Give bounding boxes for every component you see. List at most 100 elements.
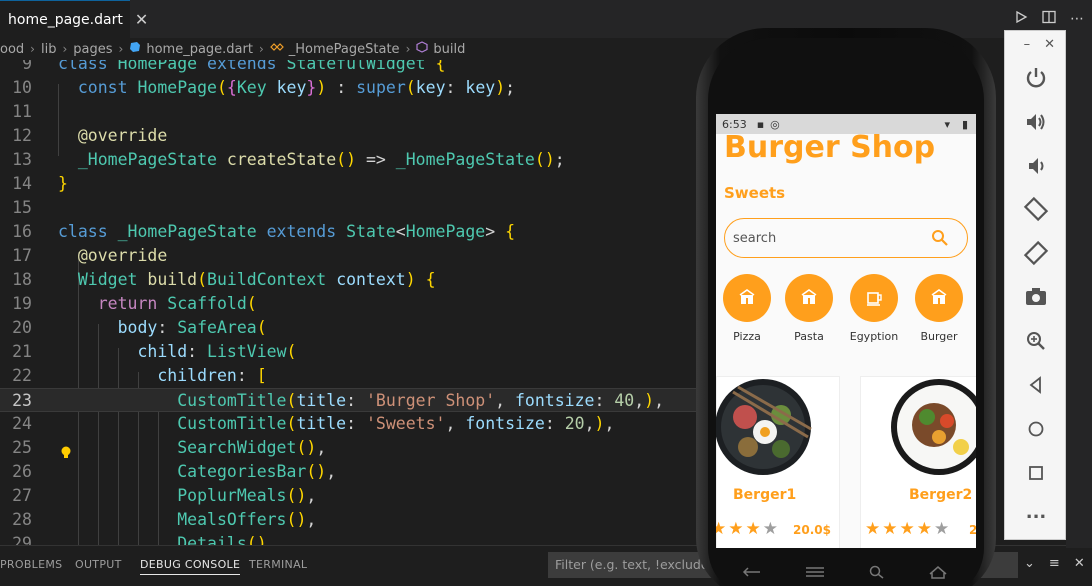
more-actions-icon[interactable]: ⋯ bbox=[1070, 11, 1084, 27]
meal-image bbox=[716, 379, 812, 475]
star-filled-icon: ★ bbox=[745, 519, 761, 539]
code-line[interactable]: 29 Details() bbox=[0, 532, 700, 545]
code-text: SearchWidget(), bbox=[177, 438, 327, 457]
code-text: _HomePageState createState() => _HomePag… bbox=[77, 150, 565, 169]
category-pizza[interactable]: Pizza bbox=[717, 274, 777, 343]
tab-debug-console[interactable]: DEBUG CONSOLE bbox=[140, 558, 241, 575]
code-line[interactable]: 18 Widget build(BuildContext context) { bbox=[0, 268, 700, 292]
code-line[interactable]: 14} bbox=[0, 172, 700, 196]
category-label: Pizza bbox=[733, 330, 761, 343]
restaurant-icon bbox=[785, 274, 833, 322]
star-filled-icon: ★ bbox=[916, 519, 932, 539]
code-line[interactable]: 19 return Scaffold( bbox=[0, 292, 700, 316]
code-line[interactable]: 15 bbox=[0, 196, 700, 220]
tab-output[interactable]: OUTPUT bbox=[75, 558, 122, 571]
breadcrumb-item[interactable]: _HomePageState bbox=[289, 42, 400, 57]
code-line[interactable]: 21 child: ListView( bbox=[0, 340, 700, 364]
star-filled-icon: ★ bbox=[882, 519, 898, 539]
meal-name: Berger2 bbox=[909, 487, 973, 503]
chevron-right-icon: › bbox=[118, 42, 124, 56]
code-text: MealsOffers(), bbox=[177, 510, 317, 529]
chevron-right-icon: › bbox=[30, 42, 35, 56]
vscode-window: home_page.dart ✕ ⋯ ood › lib › pages › h… bbox=[0, 0, 1092, 586]
code-line[interactable]: 17 @override bbox=[0, 244, 700, 268]
close-icon[interactable]: ✕ bbox=[1044, 37, 1055, 52]
rotate-left-icon[interactable] bbox=[1021, 194, 1051, 224]
star-empty-icon: ★ bbox=[934, 519, 950, 539]
split-editor-icon[interactable] bbox=[1042, 10, 1056, 28]
code-line[interactable]: 26 CategoriesBar(), bbox=[0, 460, 700, 484]
code-text: children: [ bbox=[157, 366, 267, 385]
tab-home-page-dart[interactable]: home_page.dart ✕ bbox=[0, 0, 148, 38]
overview-icon[interactable] bbox=[1021, 458, 1051, 488]
volume-up-icon[interactable] bbox=[1021, 107, 1051, 137]
page-title: Burger Shop bbox=[724, 130, 936, 165]
star-empty-icon: ★ bbox=[762, 519, 778, 539]
code-text: } bbox=[58, 174, 68, 193]
back-icon[interactable] bbox=[742, 564, 762, 583]
line-number: 13 bbox=[12, 150, 32, 169]
code-line[interactable]: 11 bbox=[0, 100, 700, 124]
breadcrumb-item[interactable]: lib bbox=[41, 42, 56, 57]
search-icon[interactable] bbox=[931, 229, 949, 247]
code-line[interactable]: 24 CustomTitle(title: 'Sweets', fontsize… bbox=[0, 412, 700, 436]
category-pasta[interactable]: Pasta bbox=[779, 274, 839, 343]
code-line[interactable]: 16 class _HomePageState extends State<Hom… bbox=[0, 220, 700, 244]
code-text: Details() bbox=[177, 534, 267, 545]
breadcrumb-item[interactable]: ood bbox=[0, 42, 24, 57]
breadcrumb-item[interactable]: home_page.dart bbox=[146, 42, 253, 57]
zoom-icon[interactable] bbox=[1021, 326, 1051, 356]
emulator-controls: – ✕ ... bbox=[1004, 30, 1066, 540]
line-number: 23 bbox=[12, 391, 32, 410]
star-rating: ★ ★ ★ ★ bbox=[716, 519, 778, 539]
code-text: @override bbox=[77, 246, 168, 265]
tab-terminal[interactable]: TERMINAL bbox=[249, 558, 307, 571]
meal-image bbox=[891, 379, 976, 475]
close-panel-icon[interactable]: ✕ bbox=[1074, 556, 1085, 571]
category-egyption[interactable]: Egyption bbox=[844, 274, 904, 343]
search-field[interactable]: search bbox=[724, 218, 968, 258]
code-text: body: SafeArea( bbox=[117, 318, 267, 337]
line-number: 19 bbox=[12, 294, 32, 313]
code-line[interactable]: 20 body: SafeArea( bbox=[0, 316, 700, 340]
code-line[interactable]: 28 MealsOffers(), bbox=[0, 508, 700, 532]
code-line[interactable]: 13 _HomePageState createState() => _Home… bbox=[0, 148, 700, 172]
code-line[interactable]: 23 CustomTitle(title: 'Burger Shop', fon… bbox=[0, 388, 700, 412]
code-line[interactable]: 9 class HomePage extends StatefulWidget { bbox=[0, 60, 700, 76]
star-filled-icon: ★ bbox=[865, 519, 881, 539]
volume-down-icon[interactable] bbox=[1021, 151, 1051, 181]
breadcrumb-item[interactable]: build bbox=[433, 42, 465, 57]
camera-icon[interactable] bbox=[1021, 282, 1051, 312]
meal-name: Berger1 bbox=[733, 487, 797, 503]
code-line[interactable]: 10 const HomePage({Key key}) : super(key… bbox=[0, 76, 700, 100]
meal-card[interactable]: Berger2 ★ ★ ★ ★ ★ 2 bbox=[860, 376, 976, 548]
power-icon[interactable] bbox=[1021, 63, 1051, 93]
back-icon[interactable] bbox=[1021, 370, 1051, 400]
code-line[interactable]: 12 @override bbox=[0, 124, 700, 148]
clear-console-icon[interactable]: ≡ bbox=[1049, 556, 1060, 571]
line-number: 29 bbox=[12, 534, 32, 545]
close-icon[interactable]: ✕ bbox=[135, 10, 148, 29]
search-icon[interactable] bbox=[869, 564, 885, 583]
meal-price: 20.0$ bbox=[793, 523, 831, 537]
home-icon[interactable] bbox=[1021, 414, 1051, 444]
code-line[interactable]: 27 PoplurMeals(), bbox=[0, 484, 700, 508]
home-icon[interactable] bbox=[928, 564, 948, 583]
lightbulb-icon[interactable] bbox=[60, 446, 72, 460]
code-editor[interactable]: 9 class HomePage extends StatefulWidget {… bbox=[0, 60, 700, 545]
minimize-icon[interactable]: – bbox=[1024, 37, 1031, 52]
tab-problems[interactable]: PROBLEMS bbox=[0, 558, 62, 571]
run-icon[interactable] bbox=[1014, 10, 1028, 28]
meal-card[interactable]: Berger1 ★ ★ ★ ★ 20.0$ bbox=[716, 376, 840, 548]
code-line[interactable]: 25 SearchWidget(), bbox=[0, 436, 700, 460]
breadcrumb-item[interactable]: pages bbox=[73, 42, 112, 57]
more-icon[interactable]: ... bbox=[1021, 501, 1051, 531]
line-number: 24 bbox=[12, 414, 32, 433]
chevron-down-icon[interactable]: ⌄ bbox=[1024, 556, 1035, 571]
code-line[interactable]: 22 children: [ bbox=[0, 364, 700, 388]
category-burger[interactable]: Burger bbox=[909, 274, 969, 343]
class-icon bbox=[269, 41, 284, 57]
rotate-right-icon[interactable] bbox=[1021, 238, 1051, 268]
menu-icon[interactable] bbox=[805, 564, 825, 583]
line-number: 26 bbox=[12, 462, 32, 481]
